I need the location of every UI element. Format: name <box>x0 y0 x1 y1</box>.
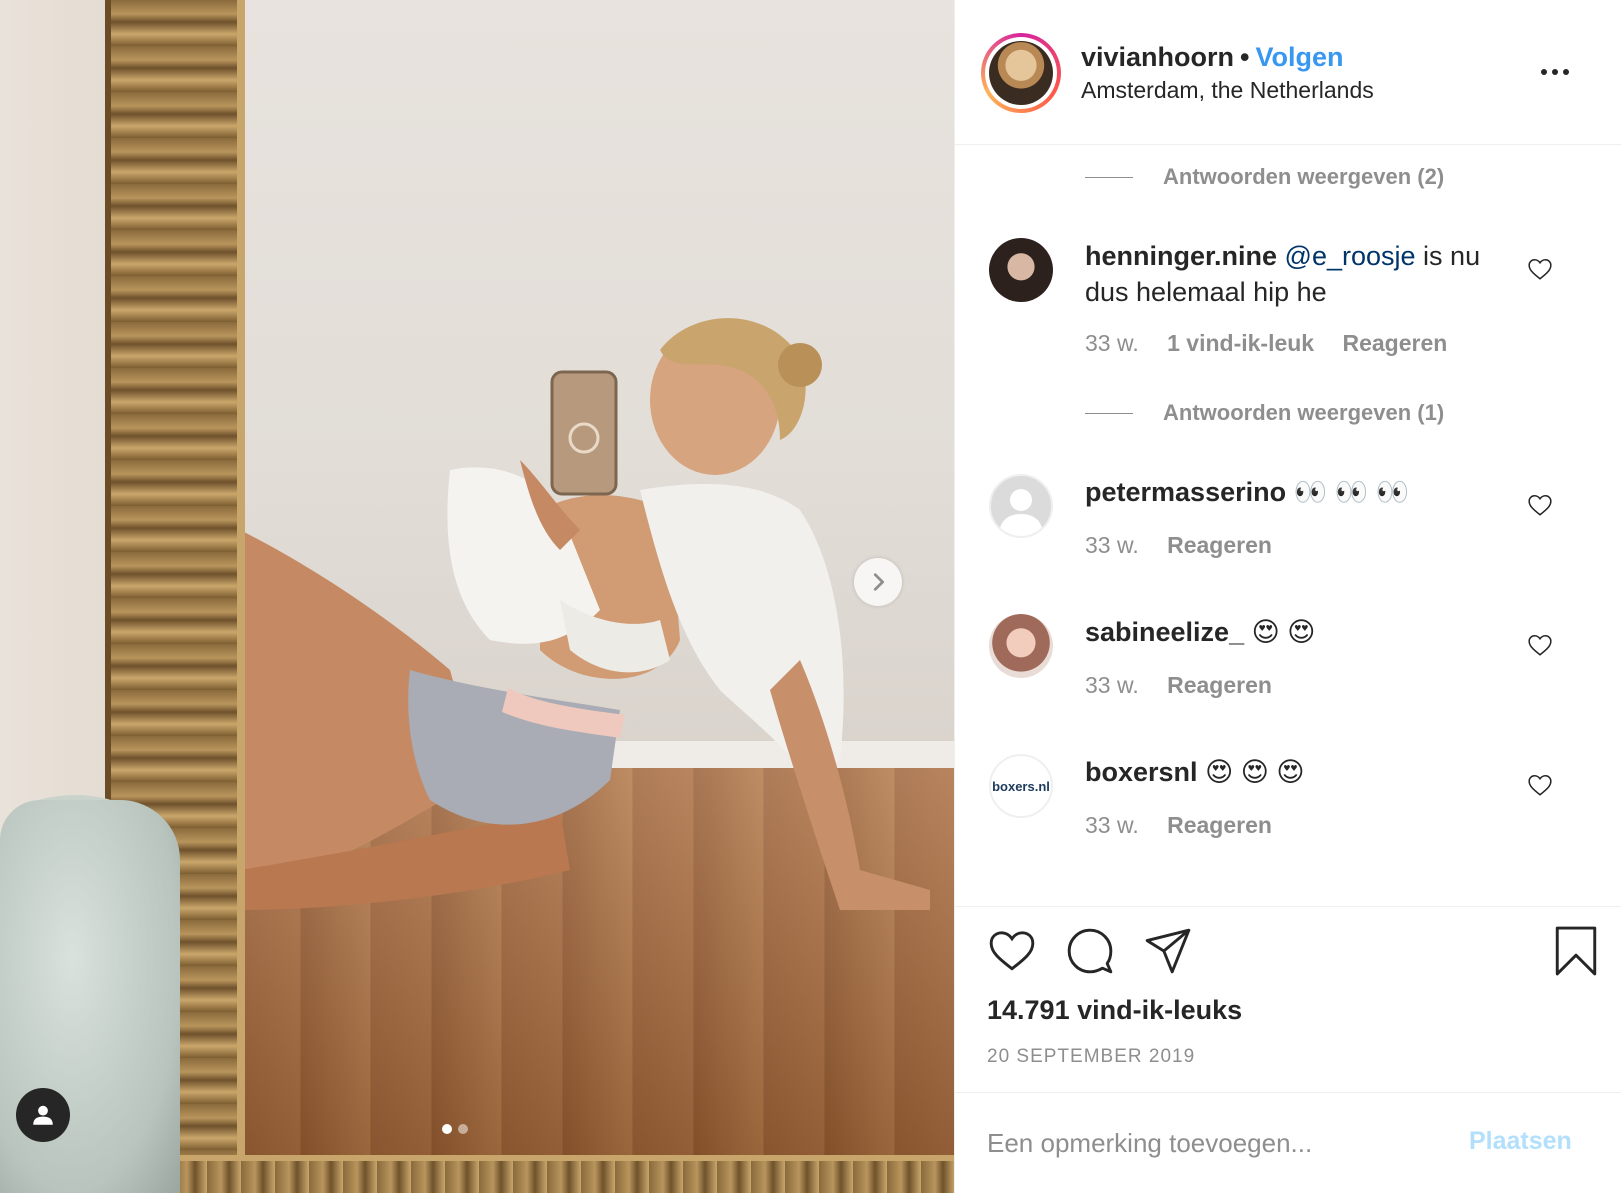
comment-likes[interactable]: 1 vind-ik-leuk <box>1167 330 1314 356</box>
photo-figure <box>240 318 930 910</box>
carousel-dot-active <box>442 1124 452 1134</box>
view-replies-label: Antwoorden weergeven (2) <box>1163 164 1445 189</box>
comment-text: henninger.nine @e_roosje is nu dus helem… <box>1085 238 1515 310</box>
default-avatar-icon <box>999 489 1043 536</box>
instagram-post: vivianhoorn • Volgen Amsterdam, the Nether… <box>0 0 1621 1193</box>
commenter-avatar[interactable] <box>989 474 1053 538</box>
author-avatar[interactable] <box>981 33 1061 113</box>
comment-message: 😍 😍 <box>1251 617 1316 647</box>
comment-text: petermasserino 👀 👀 👀 <box>1085 474 1515 510</box>
post-header: vivianhoorn • Volgen Amsterdam, the Nether… <box>955 0 1621 145</box>
comment-text: sabineelize_ 😍 😍 <box>1085 614 1515 650</box>
carousel-dot <box>458 1124 468 1134</box>
commenter-avatar[interactable] <box>989 614 1053 678</box>
commenter-avatar[interactable]: boxers.nl <box>989 754 1053 818</box>
follow-button[interactable]: Volgen <box>1255 42 1343 72</box>
comment-meta: 33 w. Reageren <box>1085 812 1294 839</box>
post-date[interactable]: 20 SEPTEMBER 2019 <box>987 1046 1195 1068</box>
commenter-username[interactable]: petermasserino <box>1085 477 1286 507</box>
heart-icon[interactable] <box>1527 256 1553 282</box>
person-icon <box>33 1105 53 1125</box>
comment-meta: 33 w. Reageren <box>1085 672 1294 699</box>
like-heart-icon[interactable] <box>987 926 1037 976</box>
heart-icon[interactable] <box>1527 492 1553 518</box>
reply-button[interactable]: Reageren <box>1167 812 1272 838</box>
replies-divider <box>1085 176 1133 178</box>
post-comment-button[interactable]: Plaatsen <box>1469 1127 1572 1156</box>
comment-message: 👀 👀 👀 <box>1293 477 1410 507</box>
view-replies-button[interactable]: Antwoorden weergeven (2) <box>1085 164 1444 190</box>
commenter-avatar[interactable] <box>989 238 1053 302</box>
post-sidebar: vivianhoorn • Volgen Amsterdam, the Nether… <box>954 0 1621 1193</box>
reply-button[interactable]: Reageren <box>1342 330 1447 356</box>
comment-age[interactable]: 33 w. <box>1085 532 1139 558</box>
comments-list[interactable]: Antwoorden weergeven (2) henninger.nine … <box>955 146 1621 906</box>
commenter-username[interactable]: sabineelize_ <box>1085 617 1244 647</box>
post-media[interactable] <box>0 0 954 1193</box>
comment-meta: 33 w. 1 vind-ik-leuk Reageren <box>1085 330 1469 357</box>
heart-icon[interactable] <box>1527 632 1553 658</box>
commenter-username[interactable]: boxersnl <box>1085 757 1198 787</box>
view-replies-label: Antwoorden weergeven (1) <box>1163 400 1445 425</box>
actions-divider <box>955 906 1621 907</box>
comment-text: boxersnl 😍 😍 😍 <box>1085 754 1515 790</box>
comment-age[interactable]: 33 w. <box>1085 812 1139 838</box>
post-actions <box>987 926 1607 978</box>
reply-button[interactable]: Reageren <box>1167 672 1272 698</box>
chevron-right-icon <box>873 573 884 591</box>
heart-icon[interactable] <box>1527 772 1553 798</box>
bookmark-icon[interactable] <box>1551 926 1601 976</box>
comment-mention[interactable]: @e_roosje <box>1285 241 1416 271</box>
comment-composer: Plaatsen <box>955 1092 1621 1193</box>
share-icon[interactable] <box>1143 926 1193 976</box>
view-replies-button[interactable]: Antwoorden weergeven (1) <box>1085 400 1444 426</box>
reply-button[interactable]: Reageren <box>1167 532 1272 558</box>
likes-count[interactable]: 14.791 vind-ik-leuks <box>987 995 1242 1026</box>
separator-dot: • <box>1240 42 1250 72</box>
comment-message: 😍 😍 😍 <box>1205 757 1305 787</box>
more-options-icon[interactable] <box>1541 60 1577 84</box>
post-location[interactable]: Amsterdam, the Netherlands <box>1081 77 1374 104</box>
replies-divider <box>1085 412 1133 414</box>
comment-age[interactable]: 33 w. <box>1085 672 1139 698</box>
author-username[interactable]: vivianhoorn <box>1081 42 1234 72</box>
carousel-indicator <box>442 1124 468 1134</box>
author-avatar-image <box>989 41 1053 105</box>
tagged-users-button[interactable] <box>16 1088 70 1142</box>
comment-meta: 33 w. Reageren <box>1085 532 1294 559</box>
carousel-next-button[interactable] <box>854 558 902 606</box>
comment-icon[interactable] <box>1065 926 1115 976</box>
comment-input[interactable] <box>987 1119 1457 1167</box>
commenter-avatar-logo: boxers.nl <box>992 778 1050 794</box>
comment-age[interactable]: 33 w. <box>1085 330 1139 356</box>
commenter-username[interactable]: henninger.nine <box>1085 241 1277 271</box>
